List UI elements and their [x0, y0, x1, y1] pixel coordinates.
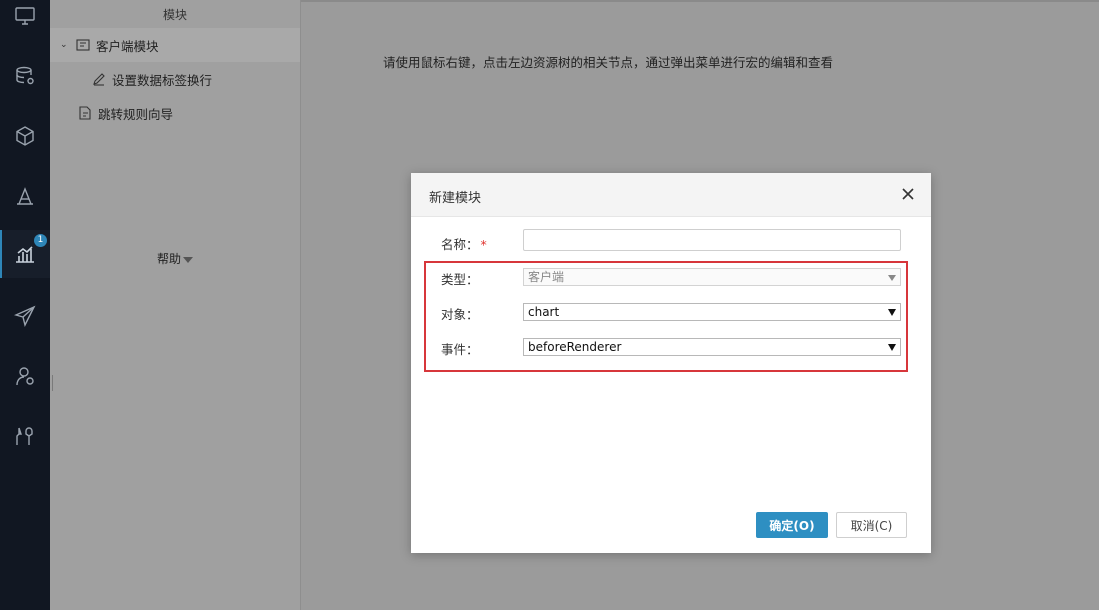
help-toggle[interactable]: 帮助	[50, 250, 300, 267]
caret-down-icon	[183, 256, 193, 263]
nav-user-settings[interactable]	[0, 352, 50, 400]
nav-tools[interactable]	[0, 412, 50, 460]
tree-item-data-label-wrap[interactable]: 设置数据标签换行	[50, 62, 300, 96]
tree-item-client-module[interactable]: ⌄ 客户端模块	[50, 28, 300, 62]
object-select[interactable]: chart	[523, 303, 901, 321]
nav-cube[interactable]	[0, 112, 50, 160]
left-nav: 1	[0, 0, 50, 610]
dropdown-arrow-icon	[888, 275, 896, 281]
event-label: 事件：	[441, 342, 479, 357]
dropdown-arrow-icon	[888, 309, 896, 316]
wizard-document-icon	[79, 106, 91, 120]
new-module-dialog: 新建模块 名称： * 类型： 客户端 对象： chart 事件： beforeRe…	[411, 173, 931, 553]
help-label: 帮助	[156, 252, 181, 266]
object-select-value: chart	[528, 305, 560, 319]
cancel-button[interactable]: 取消(C)	[836, 512, 907, 538]
name-input[interactable]	[523, 229, 901, 251]
panel-resize-handle[interactable]	[52, 375, 53, 391]
nav-ruler[interactable]	[0, 172, 50, 220]
type-select: 客户端	[523, 268, 901, 286]
name-label: 名称： *	[441, 234, 487, 253]
database-gear-icon	[16, 66, 34, 85]
user-settings-icon	[16, 367, 34, 386]
cube-icon	[16, 126, 34, 146]
name-label-text: 名称：	[441, 237, 479, 252]
bar-chart-icon	[16, 246, 34, 263]
module-icon	[76, 39, 90, 51]
notification-badge: 1	[34, 234, 47, 247]
dialog-header: 新建模块	[411, 173, 931, 217]
tree-item-jump-rule-wizard[interactable]: 跳转规则向导	[50, 96, 300, 130]
tree-header: 模块	[162, 8, 187, 22]
monitor-icon	[15, 7, 35, 25]
dropdown-arrow-icon	[888, 344, 896, 351]
hint-text: 请使用鼠标右键，点击左边资源树的相关节点，通过弹出菜单进行宏的编辑和查看	[383, 55, 834, 70]
nav-chart[interactable]: 1	[0, 230, 50, 278]
edit-icon	[93, 73, 105, 86]
ok-button[interactable]: 确定(O)	[756, 512, 828, 538]
top-divider	[301, 0, 1099, 2]
dialog-title: 新建模块	[429, 191, 482, 206]
nav-monitor[interactable]	[0, 0, 50, 40]
resource-tree-panel: 模块 ⌄ 客户端模块 设置数据标签换行 跳转规则向导 帮助	[50, 0, 301, 610]
type-select-value: 客户端	[528, 270, 565, 284]
object-label: 对象：	[441, 307, 479, 322]
required-mark: *	[480, 237, 487, 252]
ruler-icon	[17, 187, 33, 205]
chevron-down-icon[interactable]: ⌄	[60, 40, 70, 50]
type-label: 类型：	[441, 272, 479, 287]
tree-item-label: 客户端模块	[96, 38, 159, 54]
paper-plane-icon	[14, 305, 36, 327]
nav-database[interactable]	[0, 52, 50, 100]
event-select[interactable]: beforeRenderer	[523, 338, 901, 356]
event-select-value: beforeRenderer	[528, 340, 622, 354]
tools-icon	[16, 427, 33, 445]
close-icon[interactable]	[899, 185, 917, 203]
nav-send[interactable]	[0, 292, 50, 340]
tree-item-label: 跳转规则向导	[98, 106, 174, 122]
tree-item-label: 设置数据标签换行	[112, 72, 213, 88]
